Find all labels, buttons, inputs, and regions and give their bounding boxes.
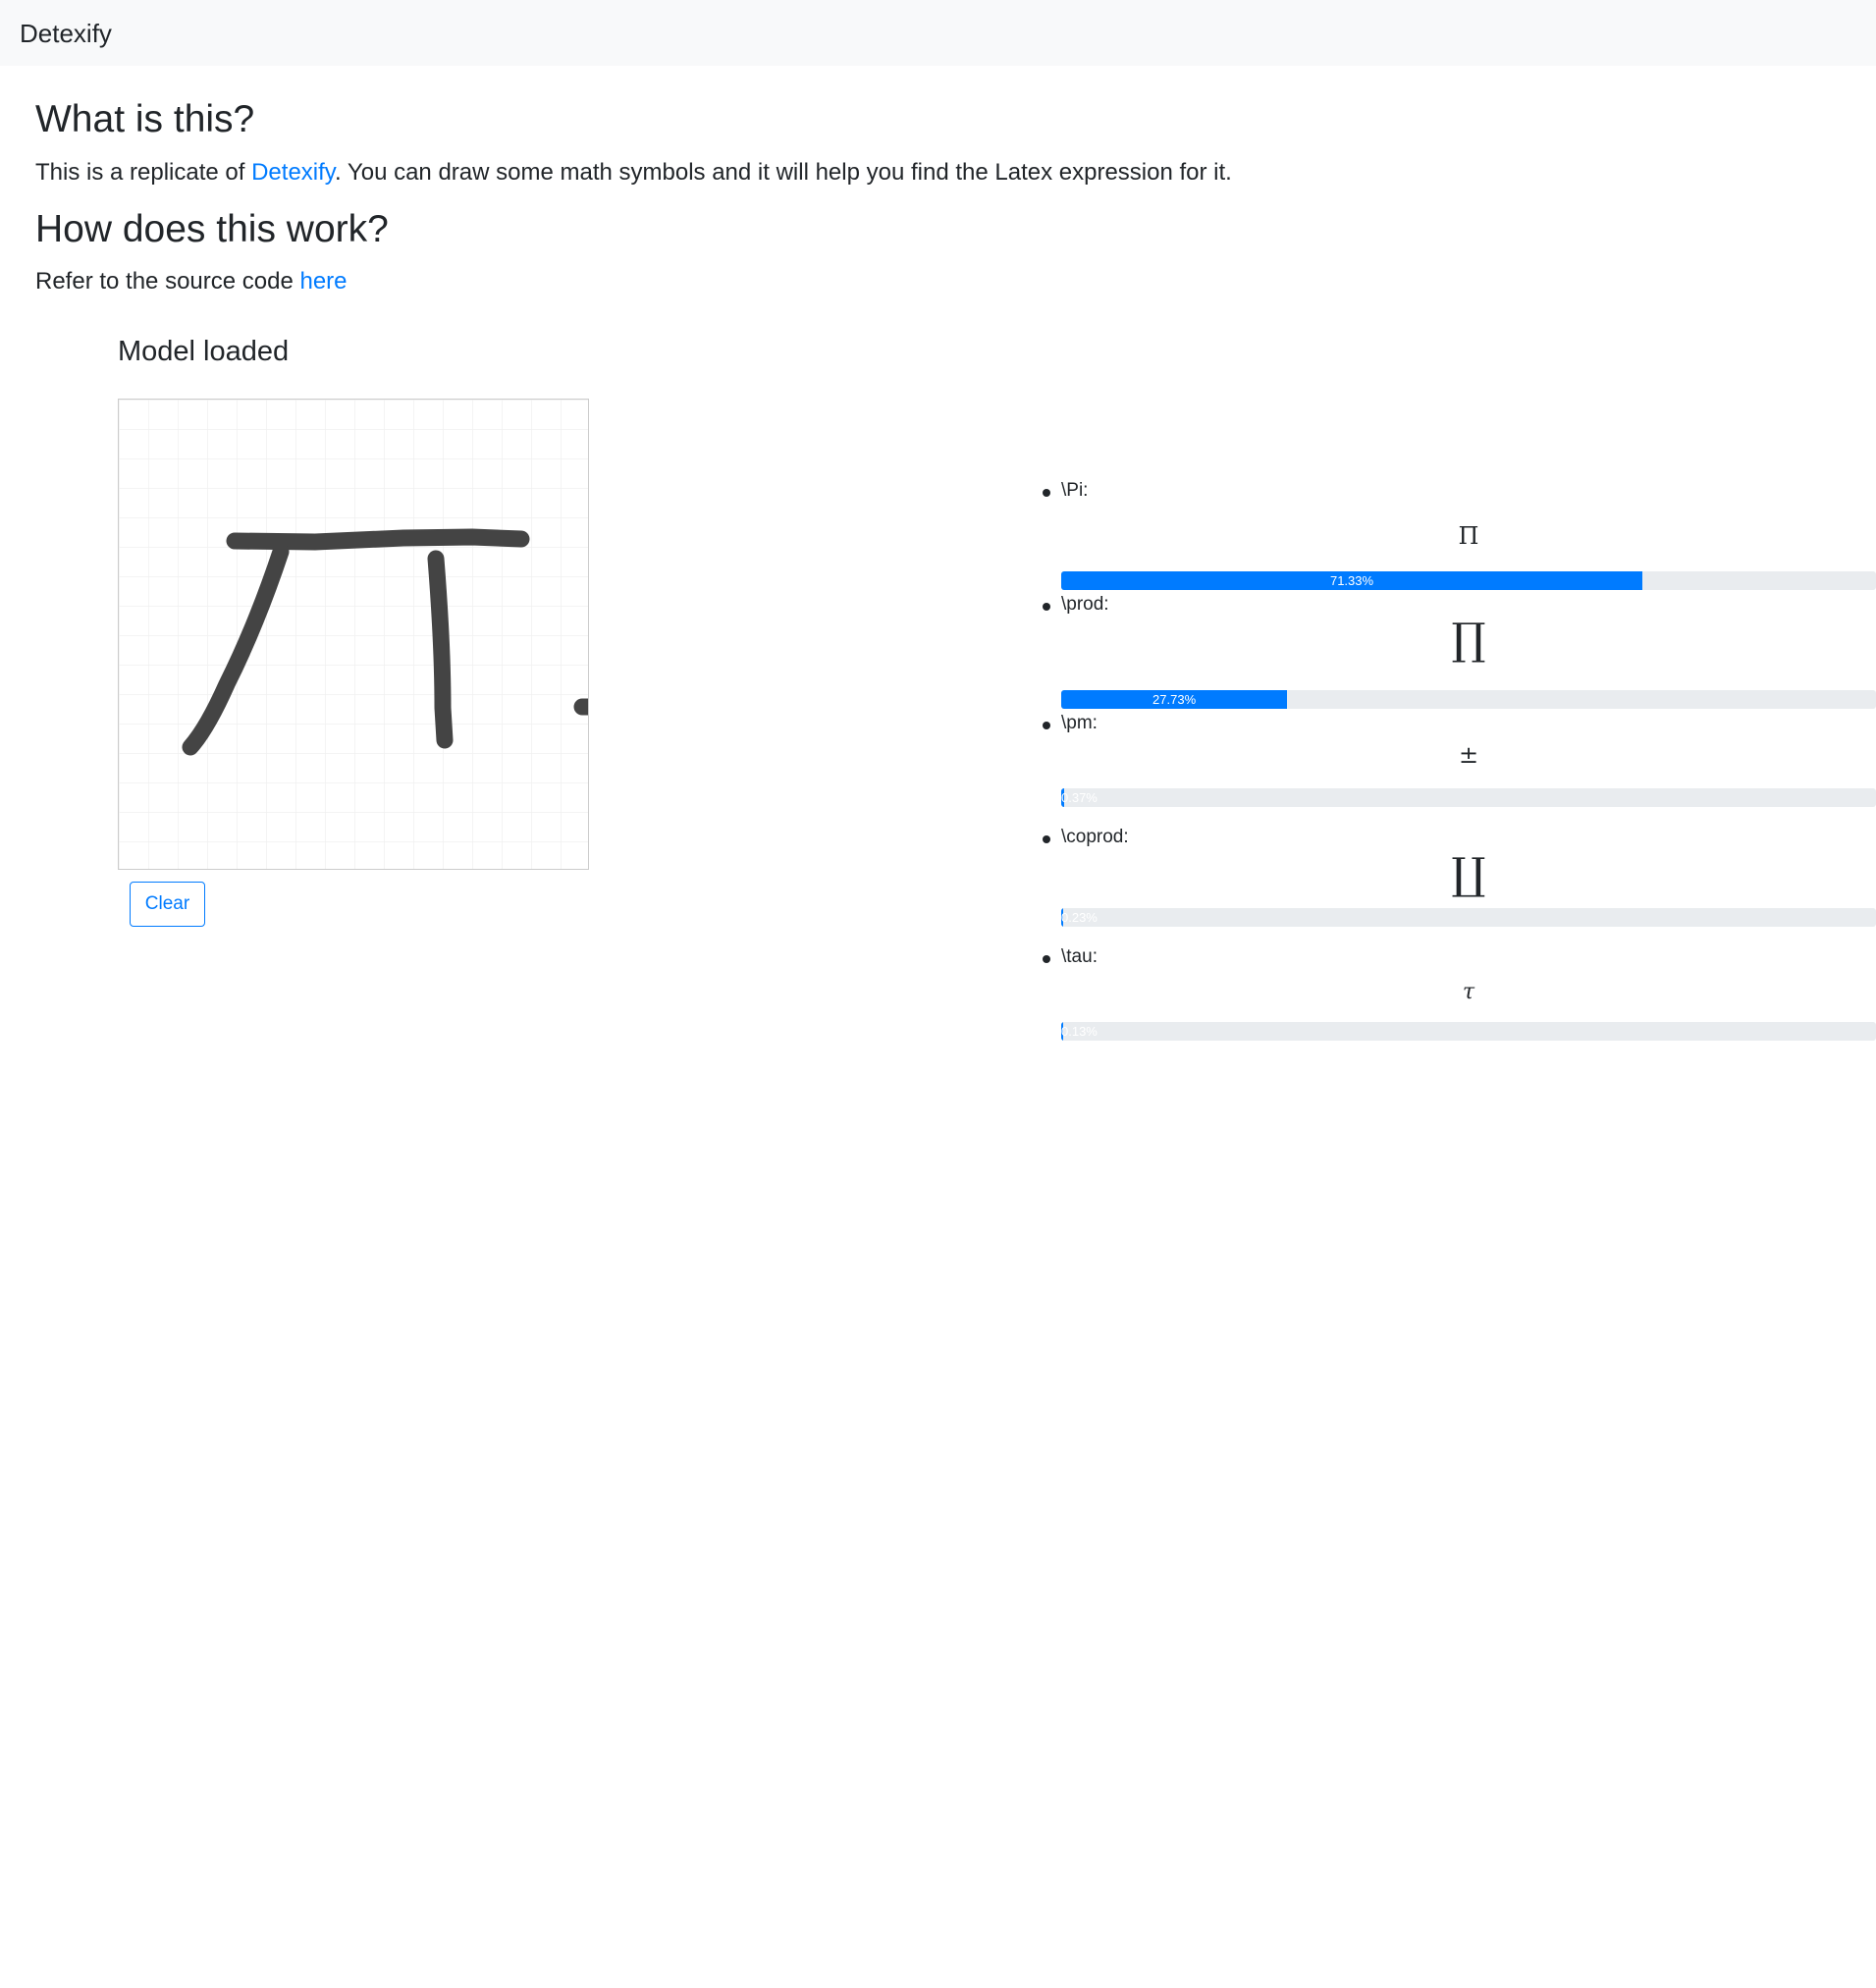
prediction-item: \Pi: Π 71.33% [1043, 475, 1876, 590]
prediction-label: \tau: [1061, 946, 1098, 967]
prediction-progress: 0.23% [1061, 908, 1876, 927]
about-text-after: . You can draw some math symbols and it … [335, 159, 1232, 186]
prediction-symbol: Π [1458, 522, 1479, 550]
prediction-progress-fill: 0.23% [1061, 908, 1098, 927]
how-text-before: Refer to the source code [35, 268, 300, 295]
bullet-icon [1043, 603, 1050, 611]
drawing-canvas[interactable] [118, 399, 589, 870]
prediction-item: \tau: τ 0.13% [1043, 941, 1876, 1055]
how-text: Refer to the source code here [35, 267, 348, 296]
prediction-label: \prod: [1061, 594, 1109, 615]
about-heading: What is this? [35, 98, 255, 140]
bullet-icon [1043, 489, 1050, 497]
about-text-before: This is a replicate of [35, 159, 252, 186]
navbar-brand[interactable]: Detexify [20, 20, 112, 47]
ink-stroke-top [226, 528, 530, 551]
clear-button[interactable]: Clear [130, 882, 205, 927]
prediction-label: \pm: [1061, 713, 1098, 733]
how-heading: How does this work? [35, 208, 389, 250]
prediction-progress: 71.33% [1061, 571, 1876, 590]
prediction-progress: 27.73% [1061, 690, 1876, 709]
prediction-item: \prod: ∏ 27.73% [1043, 589, 1876, 709]
prediction-progress-fill: 27.73% [1061, 690, 1288, 709]
navbar: Detexify [0, 0, 1876, 66]
prediction-progress: 0.37% [1061, 788, 1876, 807]
prediction-label: \Pi: [1061, 480, 1089, 501]
bullet-icon [1043, 835, 1050, 843]
prediction-progress-fill: 71.33% [1061, 571, 1643, 590]
bullet-icon [1043, 722, 1050, 729]
prediction-symbol: τ [1462, 980, 1475, 1004]
prediction-progress: 0.13% [1061, 1022, 1876, 1041]
model-status: Model loaded [118, 336, 290, 367]
about-text: This is a replicate of Detexify. You can… [35, 158, 1232, 188]
bullet-icon [1043, 955, 1050, 963]
ink-stroke-right [427, 550, 454, 749]
prediction-progress-fill: 0.13% [1061, 1022, 1098, 1041]
prediction-symbol: ∐ [1451, 849, 1486, 899]
canvas-grid [119, 400, 588, 869]
prediction-label: \coprod: [1061, 827, 1129, 847]
prediction-symbol: ∏ [1451, 615, 1486, 665]
prediction-symbol: ± [1458, 741, 1479, 769]
prediction-progress-fill: 0.37% [1061, 788, 1098, 807]
prediction-list: \Pi: Π 71.33% \prod: ∏ 27.73% \pm: ± 0.3… [1043, 475, 1876, 1055]
detexify-link[interactable]: Detexify [251, 159, 335, 186]
prediction-item: \coprod: ∐ 0.23% [1043, 822, 1876, 941]
prediction-item: \pm: ± 0.37% [1043, 708, 1876, 822]
source-code-link[interactable]: here [299, 268, 347, 295]
